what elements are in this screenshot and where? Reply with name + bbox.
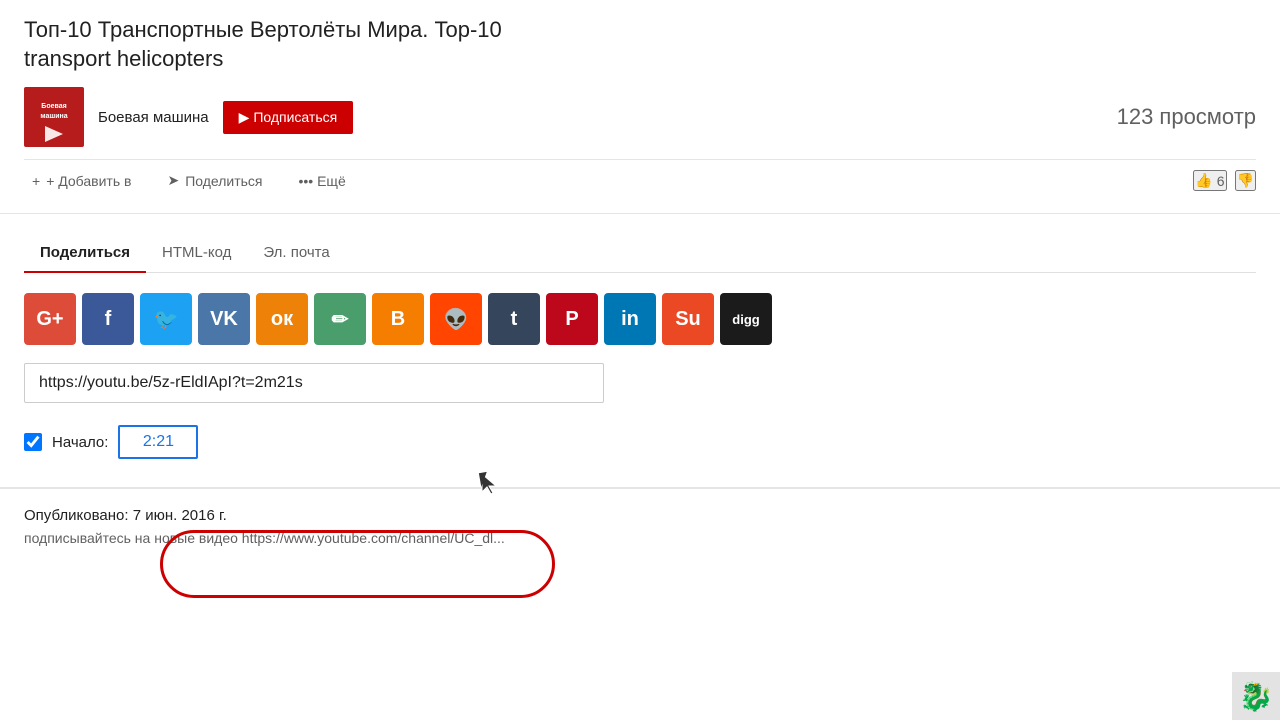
title-line1: Топ-10 Транспортные Вертолёты Мира. Top-… <box>24 17 502 42</box>
more-button[interactable]: ••• Ещё <box>291 169 354 193</box>
tab-html-label: HTML-код <box>162 244 231 261</box>
more-label: ••• Ещё <box>299 173 346 189</box>
social-icon-digg[interactable]: digg <box>720 293 772 345</box>
published-date: 7 июн. 2016 г. <box>133 507 227 524</box>
svg-text:машина: машина <box>40 113 67 120</box>
share-tabs: Поделиться HTML-код Эл. почта <box>24 234 1256 273</box>
publish-date: Опубликовано: 7 июн. 2016 г. <box>24 507 1256 524</box>
channel-link-text: подписывайтесь на новые видео https://ww… <box>24 530 1256 546</box>
social-icon-pencil[interactable]: ✏ <box>314 293 366 345</box>
social-icon-facebook[interactable]: f <box>82 293 134 345</box>
share-icon: ➤ <box>167 172 179 189</box>
video-title: Топ-10 Транспортные Вертолёты Мира. Top-… <box>24 16 1256 73</box>
tab-share-label: Поделиться <box>40 244 130 261</box>
share-label: Поделиться <box>185 173 262 189</box>
bottom-section: Опубликовано: 7 июн. 2016 г. подписывайт… <box>0 488 1280 564</box>
start-time-checkbox[interactable] <box>24 433 42 451</box>
tab-html[interactable]: HTML-код <box>146 234 247 273</box>
thumbs-up-icon: 👍 <box>1195 172 1212 189</box>
social-icon-reddit[interactable]: 👽 <box>430 293 482 345</box>
tab-share[interactable]: Поделиться <box>24 234 146 273</box>
subscribe-button[interactable]: ▶ Подписаться <box>223 101 354 134</box>
top-section: Топ-10 Транспортные Вертолёты Мира. Top-… <box>0 0 1280 214</box>
start-time-row: Начало: <box>24 417 1256 467</box>
social-icon-linkedin[interactable]: in <box>604 293 656 345</box>
start-label: Начало: <box>52 434 108 451</box>
social-icon-google-plus[interactable]: G+ <box>24 293 76 345</box>
svg-text:Боевая: Боевая <box>41 103 66 110</box>
start-time-input[interactable] <box>118 425 198 459</box>
watermark-icon: 🐉 <box>1239 680 1274 713</box>
url-row <box>24 363 1256 403</box>
published-label: Опубликовано: <box>24 507 129 524</box>
share-panel: Поделиться HTML-код Эл. почта G+f🐦VKок✏B… <box>0 214 1280 488</box>
social-icon-vk[interactable]: VK <box>198 293 250 345</box>
tab-email[interactable]: Эл. почта <box>247 234 345 273</box>
views-count: 123 просмотр <box>1117 104 1256 130</box>
social-icon-tumblr[interactable]: t <box>488 293 540 345</box>
channel-name[interactable]: Боевая машина <box>98 109 209 126</box>
action-row: + + Добавить в ➤ Поделиться ••• Ещё 👍 6 … <box>24 159 1256 201</box>
watermark: 🐉 <box>1232 672 1280 720</box>
page-container: Топ-10 Транспортные Вертолёты Мира. Top-… <box>0 0 1280 720</box>
subscribe-text: подписывайтесь на новые видео https://ww… <box>24 530 505 546</box>
title-line2: transport helicopters <box>24 46 223 71</box>
add-to-button[interactable]: + + Добавить в <box>24 169 139 193</box>
plus-icon: + <box>32 173 40 189</box>
thumbs-down-icon: 👎 <box>1237 172 1254 189</box>
channel-avatar[interactable]: Боевая машина <box>24 87 84 147</box>
dislike-button[interactable]: 👎 <box>1235 170 1256 191</box>
like-button[interactable]: 👍 6 <box>1193 170 1226 191</box>
social-icon-stumbleupon[interactable]: Su <box>662 293 714 345</box>
share-button[interactable]: ➤ Поделиться <box>159 168 270 193</box>
social-icon-twitter[interactable]: 🐦 <box>140 293 192 345</box>
like-count: 6 <box>1217 173 1225 189</box>
url-input[interactable] <box>24 363 604 403</box>
social-icons-row: G+f🐦VKок✏B👽tPinSudigg <box>24 293 1256 345</box>
add-label: + Добавить в <box>46 173 131 189</box>
social-icon-pinterest[interactable]: P <box>546 293 598 345</box>
social-icon-odnoklassniki[interactable]: ок <box>256 293 308 345</box>
tab-email-label: Эл. почта <box>263 244 329 261</box>
likes-row: 👍 6 👎 <box>1193 170 1256 191</box>
channel-row: Боевая машина Боевая машина ▶ Подписатьс… <box>24 87 1256 147</box>
social-icon-blogger[interactable]: B <box>372 293 424 345</box>
